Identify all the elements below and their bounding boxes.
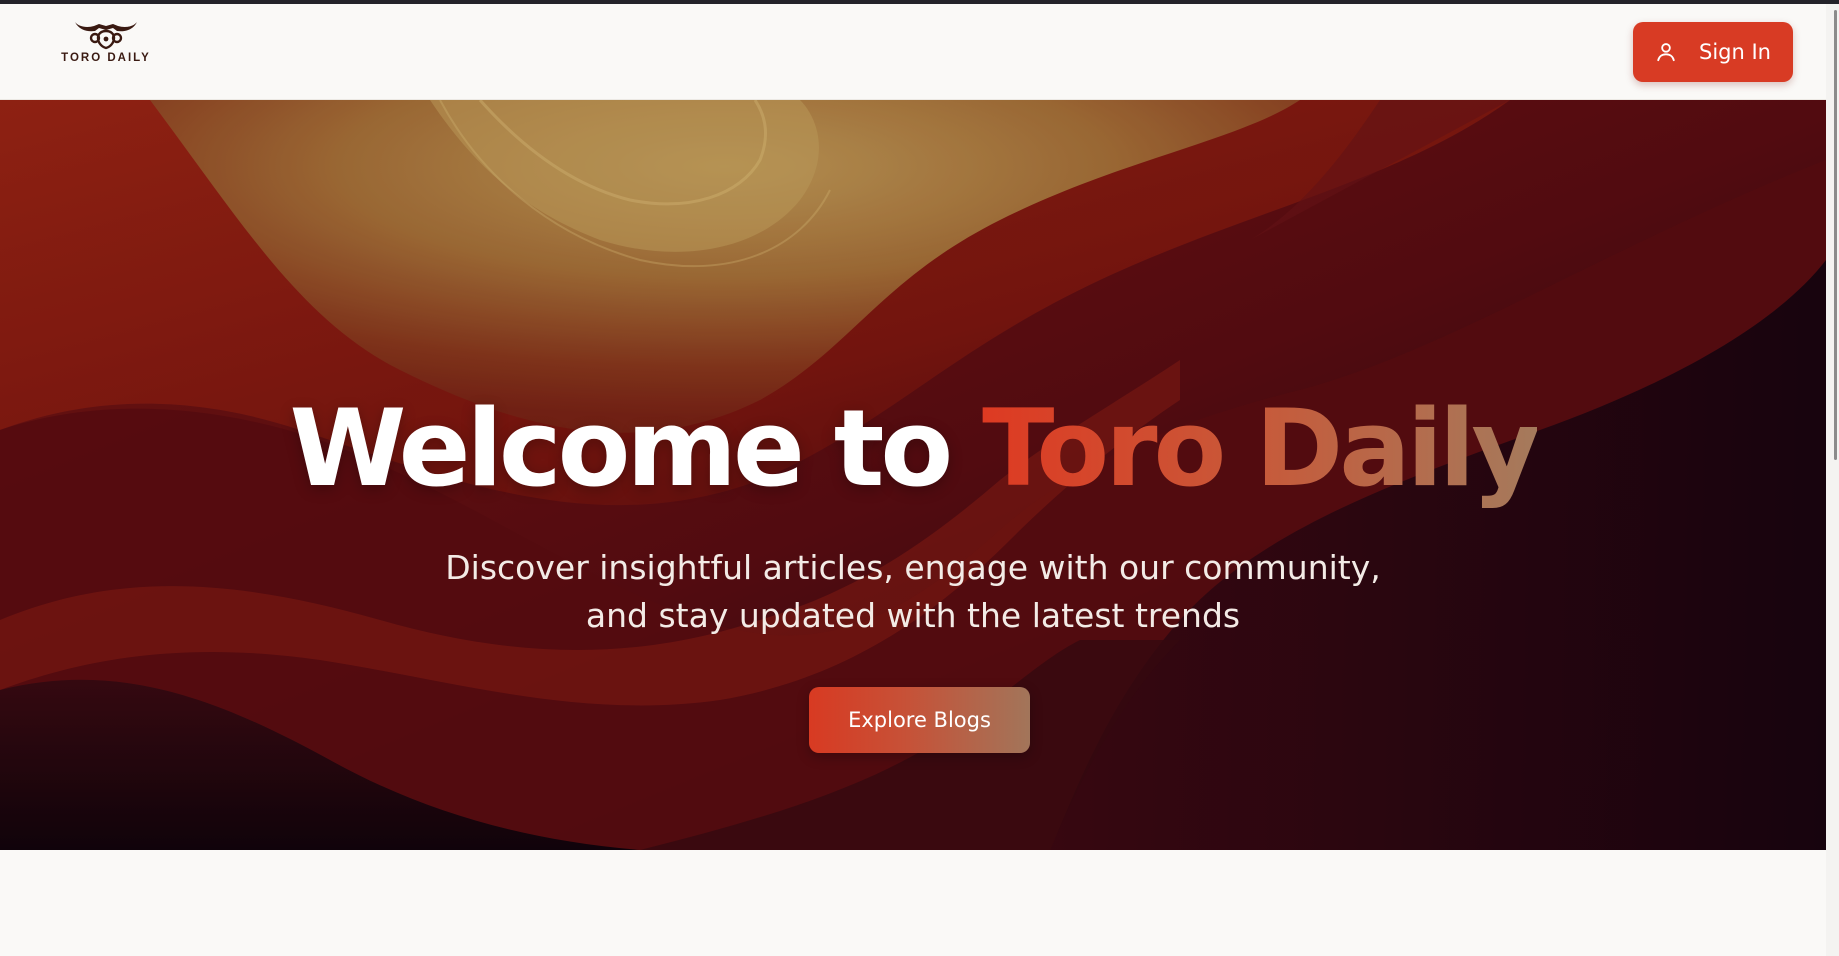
sign-in-label: Sign In <box>1699 40 1771 64</box>
explore-blogs-button[interactable]: Explore Blogs <box>809 687 1030 753</box>
hero-title: Welcome to Toro Daily <box>0 396 1826 502</box>
logo-text: TORO DAILY <box>61 52 151 64</box>
scrollbar-thumb[interactable] <box>1834 10 1837 460</box>
sign-in-button[interactable]: Sign In <box>1633 22 1793 82</box>
content-area <box>0 850 1826 956</box>
hero-title-accent: Toro Daily <box>982 387 1540 510</box>
logo[interactable]: TORO DAILY <box>56 18 156 78</box>
hero-section: Welcome to Toro Daily Discover insightfu… <box>0 100 1826 850</box>
navbar: TORO DAILY Sign In <box>0 4 1826 100</box>
user-icon <box>1657 43 1675 62</box>
hero-subtitle: Discover insightful articles, engage wit… <box>445 548 1381 635</box>
hero-title-prefix: Welcome to <box>289 387 953 510</box>
page-scrollbar[interactable] <box>1826 4 1839 956</box>
bull-horns-icon <box>75 22 137 50</box>
